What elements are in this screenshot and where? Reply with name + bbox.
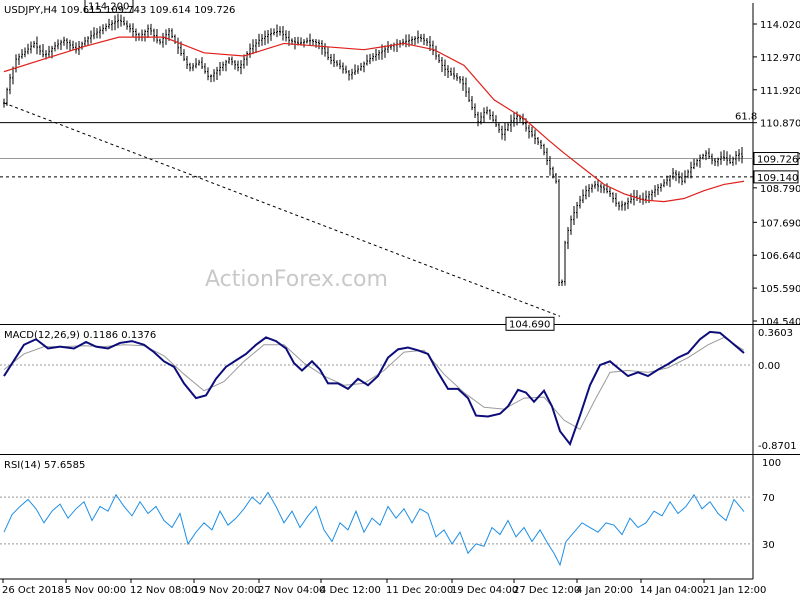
price-header: USDJPY,H4 109.615 109.743 109.614 109.72…	[4, 5, 235, 16]
rsi-header: RSI(14) 57.6585	[4, 460, 85, 471]
low-annotation-label: 104.690	[509, 319, 550, 330]
macd-tick-label: 0.3603	[758, 328, 793, 339]
rsi-tick-label: 30	[762, 540, 775, 551]
rsi-tick-label: 70	[762, 493, 775, 504]
x-tick-label: 12 Nov 08:00	[130, 585, 197, 596]
price-tick-label: 110.870	[760, 119, 800, 130]
chart-canvas: 114.020112.970111.920110.870109.820108.7…	[0, 0, 800, 596]
x-tick-label: 21 Jan 12:00	[703, 585, 766, 596]
price-tick-label: 114.020	[760, 20, 800, 31]
price-tick-label: 106.640	[760, 251, 800, 262]
x-tick-label: 27 Dec 12:00	[513, 585, 580, 596]
macd-tick-label: 0.00	[758, 361, 780, 372]
x-tick-label: 27 Nov 04:00	[258, 585, 325, 596]
price-tick-label: 105.590	[760, 284, 800, 295]
macd-tick-label: -0.8701	[758, 441, 797, 452]
watermark: ActionForex.com	[205, 267, 388, 292]
x-tick-label: 14 Jan 04:00	[640, 585, 703, 596]
x-tick-label: 11 Dec 20:00	[386, 585, 453, 596]
x-tick-label: 4 Dec 12:00	[320, 585, 381, 596]
x-tick-label: 19 Nov 20:00	[193, 585, 260, 596]
x-tick-label: 19 Dec 04:00	[451, 585, 518, 596]
x-axis: 26 Oct 2018 5 Nov 00:00 12 Nov 08:0019 Nov…	[2, 579, 766, 596]
price-tick-label: 112.970	[760, 53, 800, 64]
macd-main-line	[3, 330, 745, 447]
price-tick-label: 107.690	[760, 218, 800, 229]
macd-pane: 0.3603 0.00 -0.8701	[0, 328, 797, 452]
fib-level-label: 61.8	[735, 112, 757, 123]
rsi-line	[3, 491, 745, 567]
price-tick-label: 108.790	[760, 184, 800, 195]
x-tick-label: 26 Oct 2018	[2, 585, 64, 596]
price-pane: 114.020112.970111.920110.870109.820108.7…	[0, 0, 800, 331]
macd-header: MACD(12,26,9) 0.1186 0.1376	[4, 330, 156, 341]
price-tick-label: 111.920	[760, 86, 800, 97]
rsi-tick-label: 100	[762, 458, 781, 469]
price-tag-label: 109.726	[757, 155, 798, 166]
price-tag-label: 109.140	[757, 173, 798, 184]
price-tick-label: 104.540	[760, 317, 800, 328]
macd-signal-line	[3, 336, 745, 431]
rsi-pane: 100 70 30	[0, 458, 781, 567]
x-tick-label: 5 Nov 00:00	[65, 585, 126, 596]
x-tick-label: 4 Jan 20:00	[576, 585, 633, 596]
